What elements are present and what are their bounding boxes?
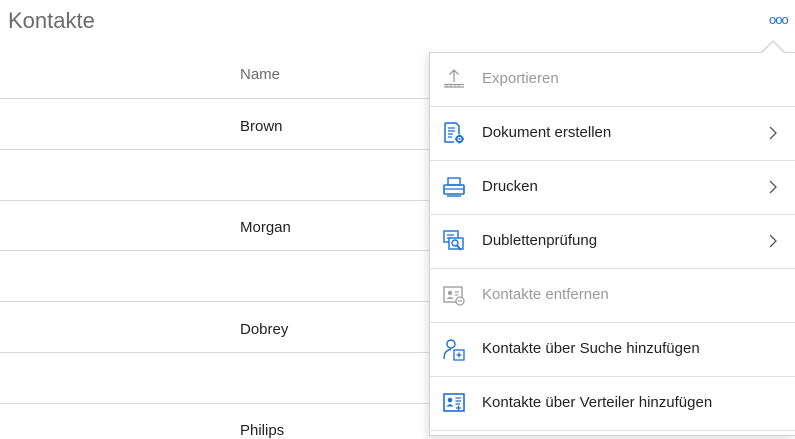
remove-contact-icon	[442, 283, 466, 307]
document-settings-icon	[442, 121, 466, 145]
more-options-button[interactable]: ooo	[769, 12, 789, 27]
printer-icon	[442, 175, 466, 199]
row-divider	[0, 98, 440, 99]
duplicate-check-icon	[442, 229, 466, 253]
row-divider	[0, 352, 440, 353]
menu-item-label: Drucken	[482, 178, 538, 195]
menu-item-export[interactable]: Exportieren	[430, 53, 795, 107]
menu-item-print[interactable]: Drucken	[430, 161, 795, 215]
more-options-menu: Exportieren Dokument erstellen Drucken D…	[429, 52, 795, 436]
row-divider	[0, 149, 440, 150]
menu-item-remove-contacts[interactable]: Kontakte entfernen	[430, 269, 795, 323]
table-row[interactable]: Brown	[240, 118, 283, 135]
row-divider	[0, 403, 440, 404]
table-row[interactable]: Dobrey	[240, 321, 288, 338]
export-icon	[442, 67, 466, 91]
menu-item-duplicate-check[interactable]: Dublettenprüfung	[430, 215, 795, 269]
menu-item-add-contacts-list[interactable]: Kontakte über Verteiler hinzufügen	[430, 377, 795, 431]
row-divider	[0, 301, 440, 302]
column-header-name[interactable]: Name	[240, 66, 280, 83]
chevron-right-icon	[765, 179, 781, 195]
menu-item-label: Dokument erstellen	[482, 124, 612, 141]
menu-item-add-contacts-search[interactable]: Kontakte über Suche hinzufügen	[430, 323, 795, 377]
add-contact-list-icon	[442, 391, 466, 415]
chevron-right-icon	[765, 125, 781, 141]
menu-item-label: Kontakte über Suche hinzufügen	[482, 340, 700, 357]
table-row[interactable]: Morgan	[240, 219, 291, 236]
table-row[interactable]: Philips	[240, 422, 284, 439]
row-divider	[0, 250, 440, 251]
add-contact-search-icon	[442, 337, 466, 361]
menu-item-create-document[interactable]: Dokument erstellen	[430, 107, 795, 161]
menu-caret-fill	[761, 42, 785, 54]
chevron-right-icon	[765, 233, 781, 249]
page-title: Kontakte	[8, 8, 95, 33]
menu-item-label: Dublettenprüfung	[482, 232, 598, 249]
menu-item-label: Kontakte entfernen	[482, 286, 609, 303]
menu-item-label: Kontakte über Verteiler hinzufügen	[482, 394, 713, 411]
row-divider	[0, 200, 440, 201]
menu-item-label: Exportieren	[482, 70, 559, 87]
